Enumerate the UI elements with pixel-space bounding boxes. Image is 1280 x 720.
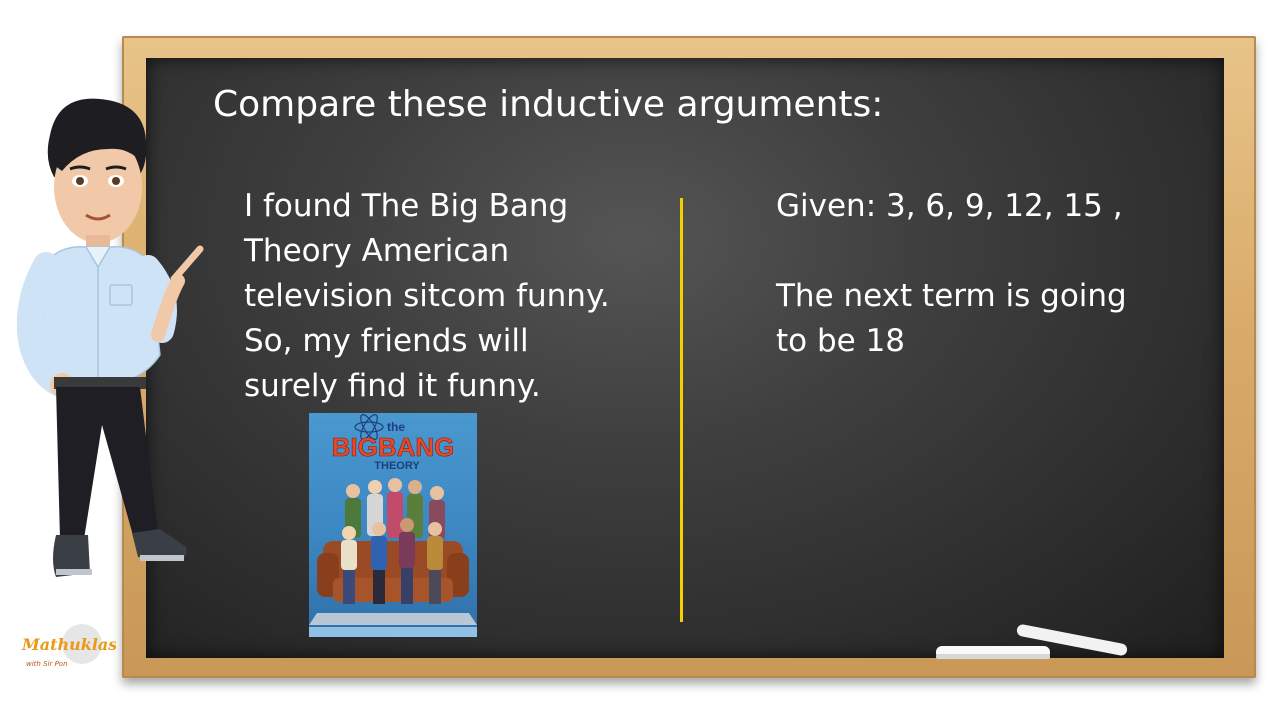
poster-title-main: BIGBANG — [332, 432, 455, 462]
left-argument-line: Theory American — [244, 233, 510, 269]
left-argument-line: television sitcom funny. — [244, 278, 610, 314]
right-argument-line: The next term is going — [776, 278, 1127, 314]
logo-text: Mathuklasan — [21, 635, 116, 654]
right-argument-line — [776, 229, 1176, 274]
chalk-icon — [936, 624, 1128, 659]
left-argument-line: I found The Big Bang — [244, 188, 569, 224]
right-argument-line: Given: 3, 6, 9, 12, 15 , — [776, 188, 1123, 224]
right-argument-line: to be 18 — [776, 323, 906, 359]
left-argument: I found The Big Bang Theory American tel… — [244, 184, 624, 409]
teacher-avatar-icon — [16, 98, 204, 577]
slide-title: Compare these inductive arguments: — [213, 84, 884, 125]
big-bang-theory-poster: the BIGBANG THEORY — [309, 413, 477, 637]
logo-subtext: with Sir Pon — [26, 660, 68, 668]
left-argument-line: surely find it funny. — [244, 368, 541, 404]
column-divider — [680, 198, 683, 622]
mathuklasan-logo: Mathuklasan with Sir Pon — [21, 624, 116, 668]
poster-title-theory: THEORY — [374, 460, 420, 472]
left-argument-line: So, my friends will — [244, 323, 529, 359]
right-argument: Given: 3, 6, 9, 12, 15 , The next term i… — [776, 184, 1176, 364]
